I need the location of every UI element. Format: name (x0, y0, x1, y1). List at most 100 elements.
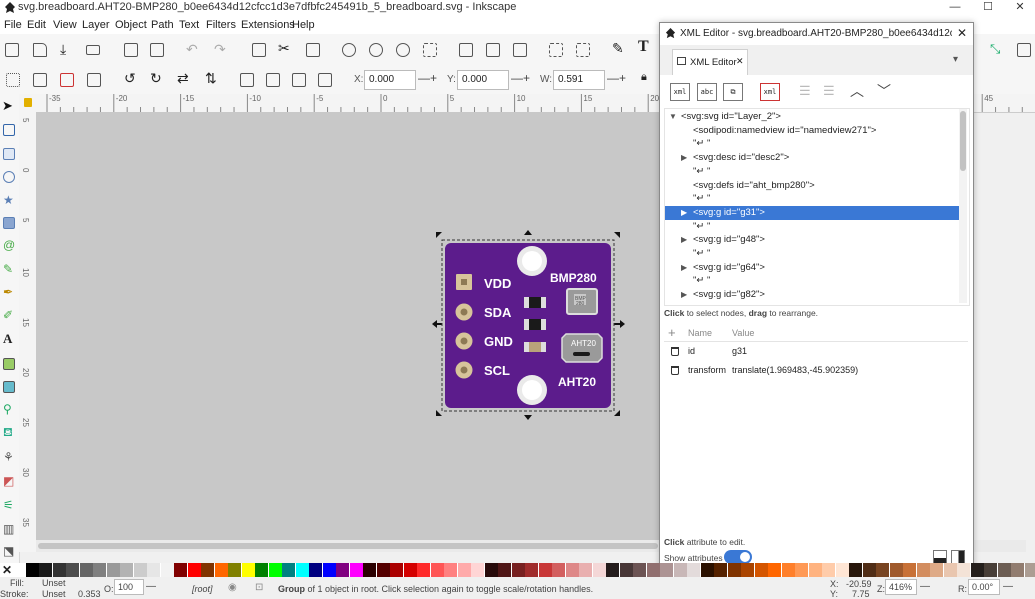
expander-closed-icon[interactable]: ▶ (681, 233, 687, 247)
color-swatch[interactable] (863, 563, 876, 577)
raise-icon[interactable] (266, 73, 280, 87)
connector-tool-icon[interactable]: ⚟ (3, 498, 15, 510)
zoom-tool-icon[interactable]: ⬔ (3, 544, 15, 556)
color-swatch[interactable] (849, 563, 862, 577)
color-swatch[interactable] (269, 563, 282, 577)
undo-disabled-icon[interactable]: ↶ (186, 41, 198, 58)
menu-filters[interactable]: Filters (206, 19, 236, 31)
delete-attribute-icon[interactable] (671, 366, 679, 375)
color-swatch[interactable] (107, 563, 120, 577)
w-stepper[interactable]: —+ (607, 71, 626, 85)
color-swatch[interactable] (188, 563, 201, 577)
color-swatch[interactable] (377, 563, 390, 577)
color-swatch[interactable] (390, 563, 403, 577)
selector-tool-icon[interactable]: ➤ (2, 98, 13, 114)
pencil-tool-icon[interactable]: ✎ (3, 262, 15, 274)
touch-select-icon[interactable] (87, 73, 101, 87)
unindent-icon[interactable]: ☰ (799, 83, 811, 99)
tree-node[interactable]: ▼<svg:svg id="Layer_2"> (665, 110, 961, 124)
stroke-value[interactable]: Unset (42, 589, 66, 599)
color-swatch[interactable] (809, 563, 822, 577)
x-input[interactable]: 0.000 (364, 70, 416, 90)
color-swatch[interactable] (39, 563, 52, 577)
duplicate-node-icon[interactable]: ⧉ (723, 83, 743, 101)
color-swatch[interactable] (134, 563, 147, 577)
opacity-input[interactable]: 100 (114, 579, 144, 595)
group-icon[interactable] (549, 43, 563, 57)
tree-node[interactable]: "↵ " (665, 137, 961, 151)
color-swatch[interactable] (282, 563, 295, 577)
tab-close-icon[interactable]: ✕ (736, 56, 744, 67)
color-swatch[interactable] (660, 563, 673, 577)
zoom-selection-icon[interactable] (342, 43, 356, 57)
color-swatch[interactable] (161, 563, 174, 577)
color-swatch[interactable] (930, 563, 943, 577)
lock-guides-icon[interactable] (24, 98, 32, 107)
menu-extensions[interactable]: Extensions (241, 19, 295, 31)
tree-node[interactable]: <svg:defs id="aht_bmp280"> (665, 179, 961, 193)
color-swatch[interactable] (714, 563, 727, 577)
fill-stroke-icon[interactable]: ✎ (612, 40, 624, 57)
lock-ratio-icon[interactable]: 🔒︎ (641, 71, 647, 84)
dropper-tool-icon[interactable]: ⚲ (3, 402, 15, 414)
layer-visibility-icon[interactable]: ◉ (228, 582, 237, 593)
mesh-tool-icon[interactable] (3, 381, 15, 393)
x-stepper[interactable]: —+ (418, 71, 437, 85)
layout-vertical-icon[interactable] (951, 550, 965, 564)
node-tool-icon[interactable] (3, 124, 15, 136)
color-swatch[interactable] (768, 563, 781, 577)
unlink-clone-icon[interactable] (513, 43, 527, 57)
copy-icon[interactable] (252, 43, 266, 57)
attribute-row[interactable]: id g31 (664, 342, 968, 360)
tree-node[interactable]: ▶<svg:desc id="desc2"> (665, 151, 961, 165)
color-swatch[interactable] (687, 563, 700, 577)
color-swatch[interactable] (890, 563, 903, 577)
menu-edit[interactable]: Edit (27, 19, 46, 31)
rotate-cw-icon[interactable]: ↻ (150, 70, 162, 87)
menu-object[interactable]: Object (115, 19, 147, 31)
color-swatch[interactable] (93, 563, 106, 577)
color-swatch[interactable] (296, 563, 309, 577)
attribute-value[interactable]: g31 (732, 342, 747, 360)
color-swatch[interactable] (417, 563, 430, 577)
color-swatch[interactable] (971, 563, 984, 577)
tree-node[interactable]: "↵ " (665, 247, 961, 261)
measure-tool-icon[interactable]: ▥ (3, 522, 15, 534)
calligraphy-tool-icon[interactable]: ✐ (3, 308, 15, 320)
color-swatch[interactable] (431, 563, 444, 577)
fill-value[interactable]: Unset (42, 578, 66, 588)
paint-bucket-tool-icon[interactable]: ⛾ (3, 425, 15, 437)
rotation-input[interactable]: 0.00° (968, 579, 1000, 595)
rotation-stepper[interactable]: — (1003, 581, 1013, 592)
show-attributes-toggle[interactable] (724, 550, 752, 564)
rectangle-tool-icon[interactable] (3, 148, 15, 160)
new-text-node-icon[interactable]: abc (697, 83, 717, 101)
color-swatch[interactable] (404, 563, 417, 577)
snap-options-icon[interactable] (1017, 43, 1031, 57)
canvas[interactable]: VDD SDA GND SCL BMP280 BMP 280 AHT20 AHT… (36, 112, 660, 540)
w-input[interactable]: 0.591 (553, 70, 605, 90)
tree-node[interactable]: "↵ " (665, 165, 961, 179)
export-icon[interactable] (150, 43, 164, 57)
expander-closed-icon[interactable]: ▶ (681, 151, 687, 165)
color-swatch[interactable] (363, 563, 376, 577)
color-swatch[interactable] (215, 563, 228, 577)
open-file-icon[interactable] (33, 43, 47, 57)
color-swatch[interactable] (728, 563, 741, 577)
color-swatch[interactable] (525, 563, 538, 577)
color-swatch[interactable] (539, 563, 552, 577)
import-icon[interactable] (124, 43, 138, 57)
select-all-layers-icon[interactable] (33, 73, 47, 87)
color-swatch[interactable] (201, 563, 214, 577)
lower-icon[interactable] (292, 73, 306, 87)
maximize-button[interactable]: ☐ (973, 0, 1003, 16)
expander-closed-icon[interactable]: ▶ (681, 288, 687, 302)
stroke-width[interactable]: 0.353 (78, 589, 101, 599)
delete-node-icon[interactable]: xml (760, 83, 780, 101)
ungroup-icon[interactable] (576, 43, 590, 57)
dialog-close-icon[interactable]: ✕ (957, 26, 967, 40)
zoom-stepper[interactable]: — (920, 581, 930, 592)
tree-node[interactable]: "↵ " (665, 274, 961, 288)
duplicate-icon[interactable] (459, 43, 473, 57)
spiral-tool-icon[interactable]: @ (3, 238, 15, 250)
